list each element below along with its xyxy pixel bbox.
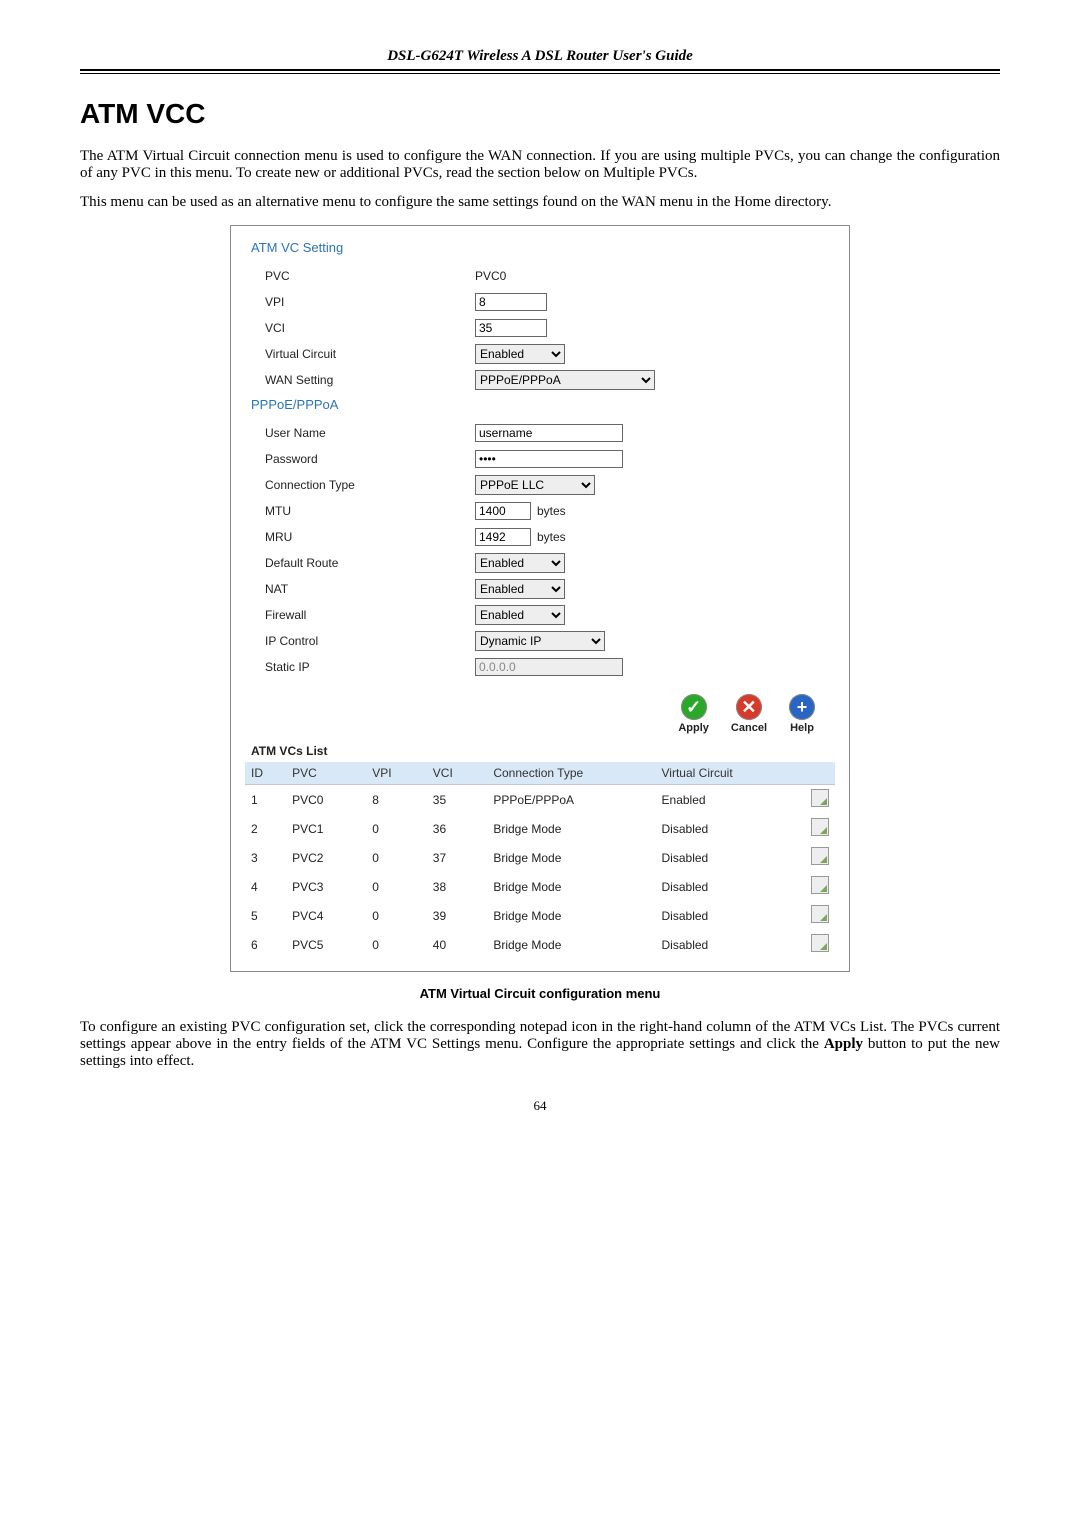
page-number: 64 (80, 1098, 1000, 1114)
table-row: 1PVC0835PPPoE/PPPoAEnabled (245, 785, 835, 815)
password-label: Password (245, 452, 475, 466)
username-label: User Name (245, 426, 475, 440)
pvc-label: PVC (245, 269, 475, 283)
edit-icon[interactable] (811, 789, 829, 807)
mru-unit: bytes (537, 530, 566, 544)
ip-control-label: IP Control (245, 634, 475, 648)
vci-label: VCI (245, 321, 475, 335)
mru-input[interactable] (475, 528, 531, 546)
mtu-label: MTU (245, 504, 475, 518)
col-id: ID (245, 762, 286, 785)
nat-label: NAT (245, 582, 475, 596)
table-row: 4PVC3038Bridge ModeDisabled (245, 872, 835, 901)
default-route-label: Default Route (245, 556, 475, 570)
static-ip-label: Static IP (245, 660, 475, 674)
virtual-circuit-select[interactable]: Enabled (475, 344, 565, 364)
col-ct: Connection Type (487, 762, 655, 785)
edit-icon[interactable] (811, 934, 829, 952)
intro-paragraph-1: The ATM Virtual Circuit connection menu … (80, 148, 1000, 182)
vpi-label: VPI (245, 295, 475, 309)
virtual-circuit-label: Virtual Circuit (245, 347, 475, 361)
close-icon: ✕ (736, 694, 762, 720)
wan-setting-select[interactable]: PPPoE/PPPoA (475, 370, 655, 390)
table-row: 5PVC4039Bridge ModeDisabled (245, 901, 835, 930)
figure-caption: ATM Virtual Circuit configuration menu (80, 986, 1000, 1001)
cancel-button[interactable]: ✕ Cancel (731, 694, 767, 734)
intro-paragraph-2: This menu can be used as an alternative … (80, 194, 1000, 211)
atm-vcs-list-title: ATM VCs List (251, 744, 835, 758)
section-pppoe-pppoa: PPPoE/PPPoA (251, 397, 835, 412)
atm-vc-panel: ATM VC Setting PVC PVC0 VPI VCI Virtual … (230, 225, 850, 972)
connection-type-label: Connection Type (245, 478, 475, 492)
atm-vcs-table: ID PVC VPI VCI Connection Type Virtual C… (245, 762, 835, 959)
edit-icon[interactable] (811, 818, 829, 836)
pvc-value: PVC0 (475, 269, 506, 283)
firewall-label: Firewall (245, 608, 475, 622)
mtu-unit: bytes (537, 504, 566, 518)
check-icon: ✓ (681, 694, 707, 720)
password-input[interactable] (475, 450, 623, 468)
outro-paragraph: To configure an existing PVC configurati… (80, 1019, 1000, 1070)
col-vc: Virtual Circuit (656, 762, 794, 785)
page-title: ATM VCC (80, 98, 1000, 130)
col-vci: VCI (427, 762, 488, 785)
table-row: 2PVC1036Bridge ModeDisabled (245, 814, 835, 843)
col-vpi: VPI (366, 762, 427, 785)
static-ip-input (475, 658, 623, 676)
connection-type-select[interactable]: PPPoE LLC (475, 475, 595, 495)
apply-button[interactable]: ✓ Apply (678, 694, 709, 734)
mru-label: MRU (245, 530, 475, 544)
firewall-select[interactable]: Enabled (475, 605, 565, 625)
table-row: 6PVC5040Bridge ModeDisabled (245, 930, 835, 959)
col-pvc: PVC (286, 762, 366, 785)
apply-label: Apply (678, 722, 709, 734)
edit-icon[interactable] (811, 905, 829, 923)
ip-control-select[interactable]: Dynamic IP (475, 631, 605, 651)
mtu-input[interactable] (475, 502, 531, 520)
edit-icon[interactable] (811, 876, 829, 894)
nat-select[interactable]: Enabled (475, 579, 565, 599)
default-route-select[interactable]: Enabled (475, 553, 565, 573)
doc-header-title: DSL-G624T Wireless A DSL Router User's G… (80, 48, 1000, 67)
table-row: 3PVC2037Bridge ModeDisabled (245, 843, 835, 872)
section-atm-vc-setting: ATM VC Setting (251, 240, 835, 255)
vpi-input[interactable] (475, 293, 547, 311)
vci-input[interactable] (475, 319, 547, 337)
edit-icon[interactable] (811, 847, 829, 865)
username-input[interactable] (475, 424, 623, 442)
help-label: Help (790, 722, 814, 734)
cancel-label: Cancel (731, 722, 767, 734)
header-rule-thick (80, 69, 1000, 71)
wan-setting-label: WAN Setting (245, 373, 475, 387)
plus-icon: + (789, 694, 815, 720)
help-button[interactable]: + Help (789, 694, 815, 734)
header-rule-thin (80, 73, 1000, 74)
